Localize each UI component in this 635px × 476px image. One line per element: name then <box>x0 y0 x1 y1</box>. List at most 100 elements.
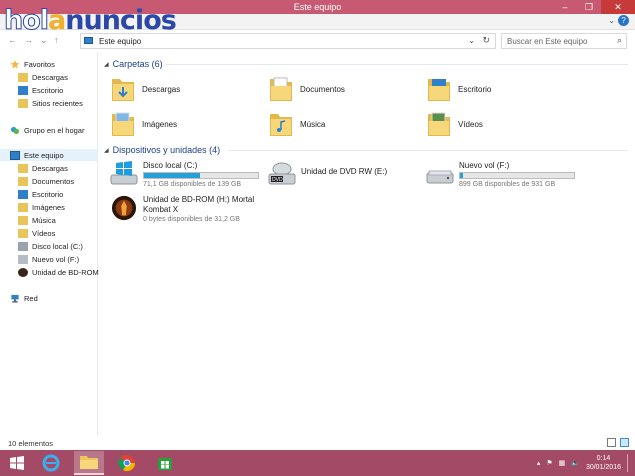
taskbar-internet-explorer[interactable] <box>36 451 66 475</box>
hard-drive-icon <box>426 170 454 184</box>
system-tray: ▴ ⚑ ▦ 🔈 0:14 30/01/2016 <box>537 454 631 472</box>
nav-grupo-hogar[interactable]: Grupo en el hogar <box>10 124 84 136</box>
nav-label: Descargas <box>32 163 68 173</box>
music-folder-icon <box>270 114 292 136</box>
nav-label: Red <box>24 293 38 303</box>
nav-escritorio[interactable]: Escritorio <box>18 84 63 96</box>
pictures-folder-icon <box>112 112 134 136</box>
nav-label: Nuevo vol (F:) <box>32 254 80 264</box>
drive-usage-fill <box>144 173 200 178</box>
nav-favoritos[interactable]: Favoritos <box>10 58 55 70</box>
nav-label: Imágenes <box>32 202 65 212</box>
collapse-caret-icon[interactable]: ◢ <box>104 147 109 154</box>
network-icon[interactable]: ▦ <box>559 459 566 467</box>
bd-rom-disc-icon <box>18 267 28 277</box>
volume-icon[interactable]: 🔈 <box>571 459 580 467</box>
ribbon-expand-icon[interactable]: ⌄ <box>608 16 615 25</box>
folder-label: Descargas <box>142 84 181 94</box>
group-title: Dispositivos y unidades (4) <box>112 145 221 155</box>
taskbar: ▴ ⚑ ▦ 🔈 0:14 30/01/2016 <box>0 450 635 476</box>
nav-pc-documentos[interactable]: Documentos <box>18 175 74 187</box>
drive-name: Unidad de DVD RW (E:) <box>301 167 388 176</box>
folder-musica[interactable]: Música <box>268 108 325 140</box>
folder-imagenes[interactable]: Imágenes <box>110 108 177 140</box>
network-icon <box>11 294 19 303</box>
refresh-icon[interactable]: ↻ <box>482 35 490 46</box>
nav-label: Escritorio <box>32 189 64 199</box>
group-header-dispositivos[interactable]: ◢ Dispositivos y unidades (4) <box>104 144 220 156</box>
drive-bd-rom-h[interactable]: Unidad de BD-ROM (H:) Mortal Kombat X 0 … <box>110 195 310 227</box>
svg-text:DVD: DVD <box>272 177 283 183</box>
taskbar-store[interactable] <box>150 451 180 475</box>
drive-nuevo-vol-f[interactable]: Nuevo vol (F:) 899 GB disponibles de 931… <box>426 161 586 191</box>
start-button[interactable] <box>2 451 32 475</box>
nav-label: Este equipo <box>24 150 64 160</box>
videos-folder-icon <box>18 228 28 238</box>
nav-descargas[interactable]: Descargas <box>18 71 68 83</box>
music-folder-icon <box>18 215 28 225</box>
action-center-flag-icon[interactable]: ⚑ <box>546 459 552 467</box>
view-toggle <box>607 438 629 447</box>
nav-pc-musica[interactable]: Música <box>18 214 56 226</box>
taskbar-chrome[interactable] <box>112 451 142 475</box>
nav-label: Sitios recientes <box>32 98 83 108</box>
folder-label: Música <box>300 119 326 129</box>
group-header-carpetas[interactable]: ◢ Carpetas (6) <box>104 58 163 70</box>
mortal-kombat-disc-icon <box>111 195 137 221</box>
star-icon <box>10 59 20 69</box>
drive-disco-local-c[interactable]: Disco local (C:) 71,1 GB disponibles de … <box>110 161 270 191</box>
show-desktop-button[interactable] <box>627 454 631 472</box>
folder-descargas[interactable]: Descargas <box>110 73 180 105</box>
clock[interactable]: 0:14 30/01/2016 <box>586 454 621 472</box>
close-button[interactable]: ✕ <box>601 0 635 14</box>
drive-usage-bar <box>459 172 575 179</box>
drive-free-space: 0 bytes disponibles de 31,2 GB <box>143 216 240 223</box>
details-view-icon[interactable] <box>607 438 616 447</box>
search-box[interactable]: ⌕ <box>501 33 627 49</box>
folder-documentos[interactable]: Documentos <box>268 73 345 105</box>
chrome-icon <box>118 455 136 472</box>
taskbar-file-explorer[interactable] <box>74 451 104 475</box>
windows-drive-icon <box>110 161 138 185</box>
explorer-window: Este equipo – ❐ ✕ ⌄ ? holanuncios ← → ⌄ … <box>0 0 635 476</box>
folder-escritorio[interactable]: Escritorio <box>426 73 491 105</box>
content-pane: ◢ Carpetas (6) Descargas Documentos Escr… <box>100 52 635 436</box>
item-count: 10 elementos <box>8 439 54 448</box>
drive-dvd-rw-e[interactable]: DVD Unidad de DVD RW (E:) <box>268 161 428 191</box>
back-arrow-icon[interactable]: ← <box>8 35 17 45</box>
forward-arrow-icon[interactable]: → <box>24 35 33 45</box>
recent-locations-icon[interactable]: ⌄ <box>40 35 48 46</box>
nav-label: Música <box>32 215 56 225</box>
group-divider <box>228 150 628 151</box>
nav-pc-disco-c[interactable]: Disco local (C:) <box>18 240 83 252</box>
clock-date: 30/01/2016 <box>585 464 621 471</box>
address-row: ← → ⌄ ↑ Este equipo ⌄ ↻ ⌕ <box>0 31 635 51</box>
nav-sitios-recientes[interactable]: Sitios recientes <box>18 97 83 109</box>
minimize-button[interactable]: – <box>553 0 577 14</box>
maximize-button[interactable]: ❐ <box>577 0 601 14</box>
hard-drive-icon <box>18 241 28 251</box>
folder-videos[interactable]: Vídeos <box>426 108 483 140</box>
address-dropdown-icon[interactable]: ⌄ <box>468 36 475 45</box>
search-icon[interactable]: ⌕ <box>617 35 622 46</box>
breadcrumb[interactable]: Este equipo <box>99 37 141 46</box>
drive-name-line2: Kombat X <box>143 205 179 214</box>
nav-este-equipo[interactable]: Este equipo <box>0 149 97 161</box>
help-icon[interactable]: ? <box>618 15 629 26</box>
large-icons-view-icon[interactable] <box>620 438 629 447</box>
nav-pc-escritorio[interactable]: Escritorio <box>18 188 63 200</box>
collapse-caret-icon[interactable]: ◢ <box>104 61 109 68</box>
nav-pc-nuevo-vol-f[interactable]: Nuevo vol (F:) <box>18 253 79 265</box>
nav-red[interactable]: Red <box>10 292 38 304</box>
homegroup-icon <box>10 126 20 134</box>
drive-free-space: 899 GB disponibles de 931 GB <box>459 181 556 188</box>
nav-pc-descargas[interactable]: Descargas <box>18 162 68 174</box>
nav-pc-bd-rom[interactable]: Unidad de BD-ROM <box>18 266 99 278</box>
show-hidden-icons-icon[interactable]: ▴ <box>537 459 541 467</box>
search-input[interactable] <box>507 36 607 47</box>
up-arrow-icon[interactable]: ↑ <box>54 35 59 45</box>
nav-label: Documentos <box>32 176 75 186</box>
address-bar[interactable]: Este equipo ⌄ ↻ <box>80 33 496 49</box>
nav-pc-videos[interactable]: Vídeos <box>18 227 55 239</box>
nav-pc-imagenes[interactable]: Imágenes <box>18 201 65 213</box>
